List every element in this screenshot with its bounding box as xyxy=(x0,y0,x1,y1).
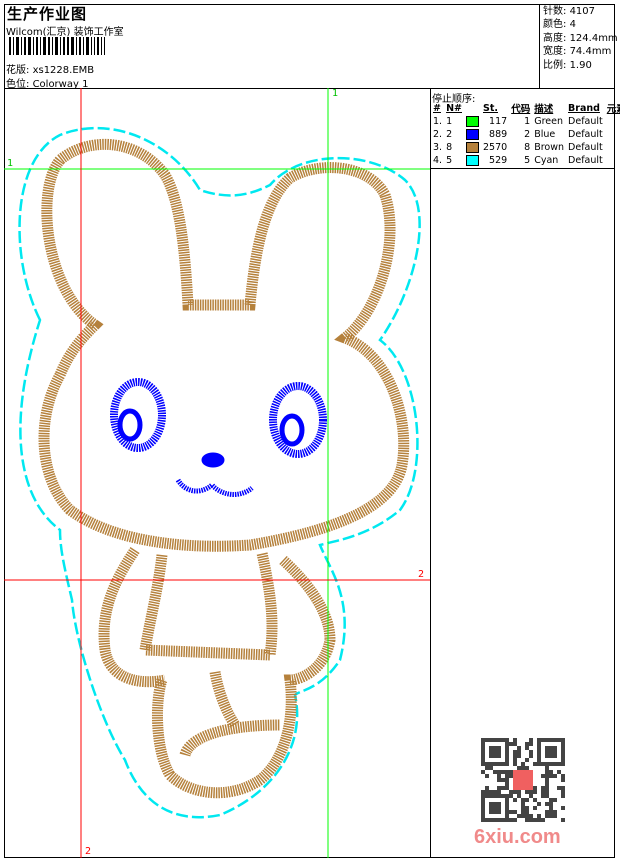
red-vertical-label: 2 xyxy=(85,846,92,857)
nose xyxy=(201,452,225,468)
red-horizontal-label: 2 xyxy=(418,569,425,580)
left-eye-pupil xyxy=(117,408,143,442)
right-eye-pupil xyxy=(279,413,305,447)
cyan-outline xyxy=(18,126,421,819)
qr-code xyxy=(481,738,565,822)
mouth xyxy=(175,478,254,497)
blue-features xyxy=(110,378,327,497)
watermark-logo: 6xiu.com xyxy=(474,826,561,848)
brown-satin xyxy=(38,138,410,799)
green-horizontal-label: 1 xyxy=(7,158,14,169)
embroidery-preview xyxy=(4,88,430,858)
green-vertical-label: 1 xyxy=(332,88,339,99)
